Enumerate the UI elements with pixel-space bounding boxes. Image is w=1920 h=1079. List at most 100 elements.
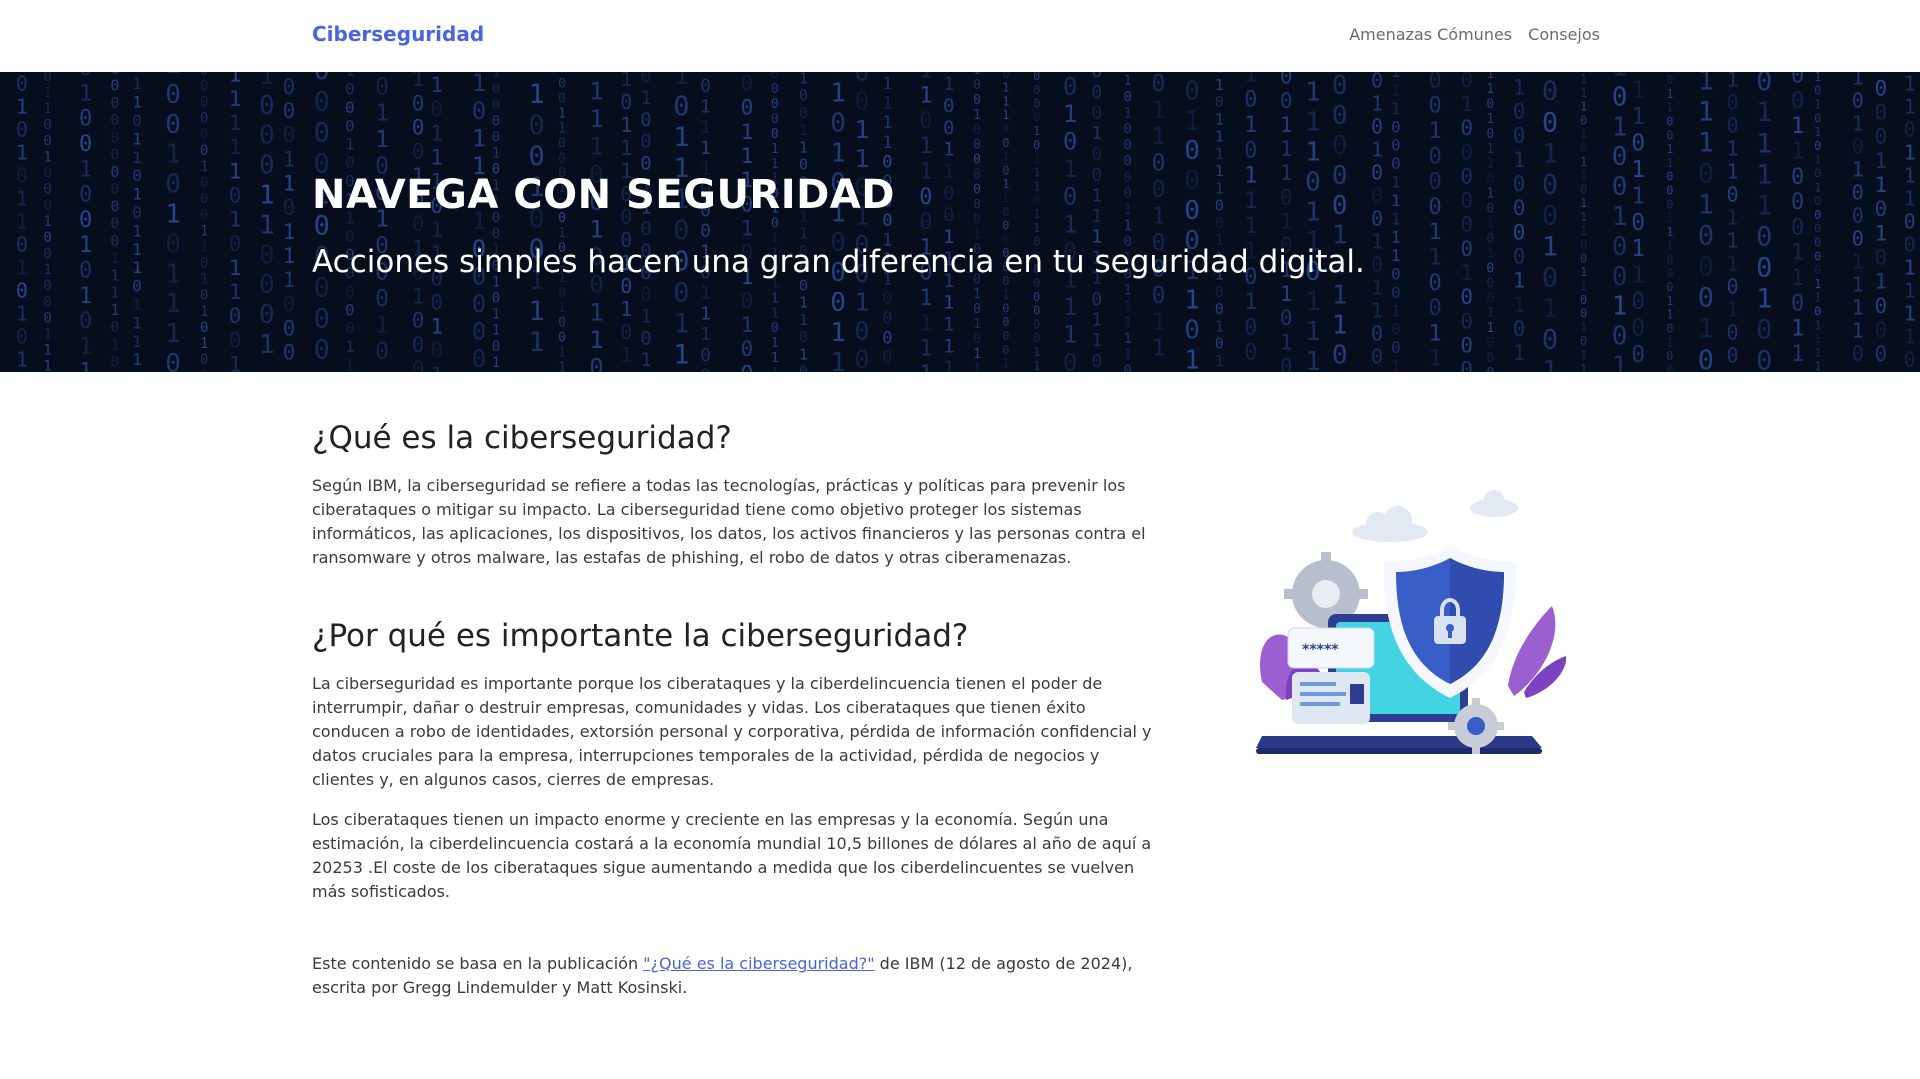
binary-digit: 1 xyxy=(799,72,808,87)
binary-digit: 0 xyxy=(345,98,355,117)
binary-digit: 0 xyxy=(1631,130,1645,156)
binary-digit: 1 xyxy=(1486,187,1494,202)
binary-digit: 0 xyxy=(43,310,51,326)
binary-digit: 1 xyxy=(673,72,689,91)
binary-digit: 0 xyxy=(1371,253,1383,277)
binary-digit: 0 xyxy=(1814,208,1821,222)
binary-digit: 1 xyxy=(110,301,119,319)
binary-digit: 1 xyxy=(1486,112,1494,127)
binary-digit: 0 xyxy=(1460,213,1473,237)
binary-digit: 1 xyxy=(1852,273,1864,297)
binary-digit: 1 xyxy=(16,301,28,325)
binary-digit: 0 xyxy=(472,97,486,125)
binary-digit: 0 xyxy=(1852,181,1864,205)
binary-digit: 1 xyxy=(345,337,355,356)
binary-digit: 0 xyxy=(1513,220,1526,244)
binary-digit: 1 xyxy=(673,308,689,339)
binary-digit: 0 xyxy=(259,91,275,121)
binary-digit: 1 xyxy=(1486,217,1494,232)
binary-digit: 0 xyxy=(1486,261,1494,276)
binary-digit: 0 xyxy=(492,130,500,146)
binary-digit: 1 xyxy=(430,146,443,170)
binary-digit: 1 xyxy=(1513,269,1526,293)
binary-digit: 0 xyxy=(1814,263,1821,277)
nav-link-consejos[interactable]: Consejos xyxy=(1528,25,1600,44)
binary-digit: 1 xyxy=(1123,347,1131,363)
binary-digit: 1 xyxy=(200,272,208,288)
binary-digit: 0 xyxy=(1184,196,1200,226)
binary-digit: 0 xyxy=(1852,89,1864,113)
binary-digit: 1 xyxy=(1513,148,1526,172)
binary-digit: 1 xyxy=(1875,173,1888,197)
binary-digit: 0 xyxy=(1033,138,1040,152)
binary-digit: 0 xyxy=(830,109,846,139)
binary-digit: 0 xyxy=(1002,205,1009,219)
binary-digit: 0 xyxy=(1063,183,1077,211)
binary-digit: 1 xyxy=(1215,162,1224,180)
binary-digit: 0 xyxy=(110,353,119,371)
binary-digit: 1 xyxy=(1904,325,1916,349)
binary-digit: 0 xyxy=(1513,317,1526,341)
binary-digit: 1 xyxy=(771,366,779,372)
binary-digit: 0 xyxy=(1391,265,1401,284)
binary-digit: 0 xyxy=(1612,262,1628,292)
binary-digit: 0 xyxy=(492,97,500,113)
binary-digit: 0 xyxy=(110,215,119,233)
binary-digit: 0 xyxy=(558,316,566,331)
binary-digit: 0 xyxy=(132,277,142,296)
binary-digit: 1 xyxy=(1280,113,1293,137)
binary-digit: 0 xyxy=(1460,140,1473,164)
binary-digit: 0 xyxy=(1727,90,1739,114)
binary-digit: 1 xyxy=(1123,202,1131,218)
binary-digit: 0 xyxy=(1612,142,1628,172)
binary-digit: 1 xyxy=(1244,113,1257,138)
binary-digit: 0 xyxy=(1814,249,1821,263)
binary-digit: 0 xyxy=(1371,184,1383,208)
nav-link-amenazas[interactable]: Amenazas Cómunes xyxy=(1349,25,1512,44)
binary-digit: 1 xyxy=(1002,94,1009,108)
binary-digit: 0 xyxy=(1371,207,1383,231)
binary-digit: 0 xyxy=(1612,172,1628,202)
binary-digit: 1 xyxy=(16,186,28,210)
binary-digit: 0 xyxy=(1666,253,1673,267)
binary-digit: 0 xyxy=(314,72,330,86)
hero-banner: 0010101101010100101100100010010001110010… xyxy=(0,72,1920,372)
binary-digit: 1 xyxy=(1184,286,1200,316)
binary-digit: 1 xyxy=(1814,180,1821,194)
brand-link[interactable]: Ciberseguridad xyxy=(312,22,484,46)
binary-digit: 0 xyxy=(132,166,142,185)
binary-digit: 1 xyxy=(919,72,932,83)
binary-digit: 1 xyxy=(558,361,566,372)
binary-digit: 1 xyxy=(973,227,981,242)
binary-digit: 0 xyxy=(283,99,296,123)
binary-digit: 0 xyxy=(229,232,242,256)
binary-digit: 0 xyxy=(314,86,330,117)
binary-digit: 0 xyxy=(200,95,208,111)
binary-digit: 0 xyxy=(943,204,954,226)
binary-digit: 0 xyxy=(1756,346,1772,372)
binary-digit: 0 xyxy=(492,291,500,307)
binary-digit: 1 xyxy=(1033,179,1040,193)
binary-digit: 1 xyxy=(1184,106,1200,136)
binary-digit: 1 xyxy=(1580,155,1587,169)
binary-digit: 1 xyxy=(558,106,566,121)
source-prefix: Este contenido se basa en la publicación xyxy=(312,954,644,973)
binary-digit: 0 xyxy=(200,111,208,127)
binary-digit: 1 xyxy=(620,72,632,91)
binary-digit: 1 xyxy=(1123,315,1131,331)
binary-digit: 1 xyxy=(79,81,92,106)
binary-digit: 0 xyxy=(1727,274,1739,298)
source-link[interactable]: "¿Qué es la ciberseguridad?" xyxy=(643,954,874,973)
binary-digit: 0 xyxy=(640,109,651,131)
binary-digit: 1 xyxy=(132,93,142,112)
binary-digit: 1 xyxy=(1033,359,1040,372)
binary-digit: 0 xyxy=(43,117,51,133)
binary-digit: 1 xyxy=(132,185,142,204)
binary-digit: 0 xyxy=(43,198,51,214)
binary-digit: 1 xyxy=(200,159,208,175)
binary-digit: 1 xyxy=(1371,92,1383,116)
binary-digit: 0 xyxy=(640,327,651,349)
binary-digit: 1 xyxy=(229,208,242,232)
binary-digit: 0 xyxy=(1091,72,1102,82)
binary-digit: 0 xyxy=(79,72,92,81)
